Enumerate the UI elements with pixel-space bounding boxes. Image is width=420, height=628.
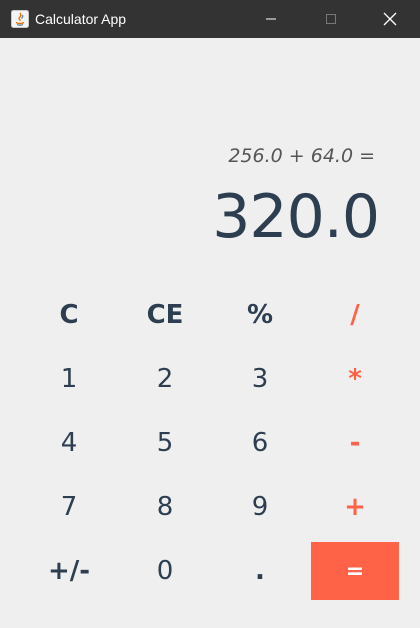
digit-8-button[interactable]: 8 xyxy=(117,478,213,536)
digit-4-button[interactable]: 4 xyxy=(21,414,117,472)
equals-button[interactable]: = xyxy=(311,542,399,600)
calculator-window: Calculator App 256.0 + 64.0 = 320.0 C CE… xyxy=(0,0,420,628)
close-button[interactable] xyxy=(367,0,413,38)
maximize-button[interactable] xyxy=(308,0,354,38)
digit-1-button[interactable]: 1 xyxy=(21,350,117,408)
digit-5-button[interactable]: 5 xyxy=(117,414,213,472)
title-bar[interactable]: Calculator App xyxy=(0,0,420,38)
multiply-button[interactable]: * xyxy=(307,350,403,408)
clear-entry-button[interactable]: CE xyxy=(117,286,213,344)
subtract-button[interactable]: - xyxy=(307,414,403,472)
expression-display: 256.0 + 64.0 = xyxy=(228,145,375,167)
divide-button[interactable]: / xyxy=(307,286,403,344)
digit-9-button[interactable]: 9 xyxy=(212,478,308,536)
minimize-icon xyxy=(266,18,276,20)
result-display: 320.0 xyxy=(212,182,380,252)
add-button[interactable]: + xyxy=(307,478,403,536)
digit-6-button[interactable]: 6 xyxy=(212,414,308,472)
percent-button[interactable]: % xyxy=(212,286,308,344)
close-icon xyxy=(383,12,397,26)
decimal-button[interactable]: . xyxy=(212,542,308,600)
window-title: Calculator App xyxy=(35,11,127,27)
java-app-icon xyxy=(11,10,29,28)
digit-2-button[interactable]: 2 xyxy=(117,350,213,408)
maximize-icon xyxy=(326,14,336,24)
minimize-button[interactable] xyxy=(248,0,294,38)
digit-7-button[interactable]: 7 xyxy=(21,478,117,536)
negate-button[interactable]: +/- xyxy=(21,542,117,600)
digit-0-button[interactable]: 0 xyxy=(117,542,213,600)
digit-3-button[interactable]: 3 xyxy=(212,350,308,408)
clear-button[interactable]: C xyxy=(21,286,117,344)
